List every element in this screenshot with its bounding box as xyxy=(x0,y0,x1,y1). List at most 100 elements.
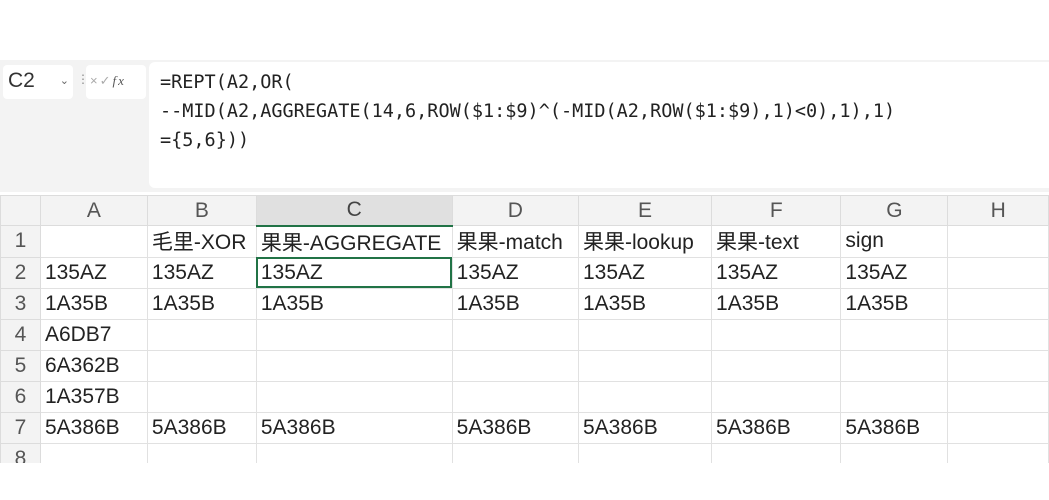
table-row: 8 xyxy=(0,442,1049,463)
cell-A5[interactable]: 6A362B xyxy=(39,349,148,382)
select-all-corner[interactable] xyxy=(0,195,41,226)
formula-bar-area: C2 ⌄ ⋮ ×✓fx =REPT(A2,OR(--MID(A2,AGGREGAT… xyxy=(0,60,1049,192)
cell-C6[interactable] xyxy=(255,380,453,413)
cell-A4[interactable]: A6DB7 xyxy=(39,318,148,351)
cell-B8[interactable] xyxy=(146,442,257,463)
cell-H3[interactable] xyxy=(947,287,1049,320)
cell-H7[interactable] xyxy=(947,411,1049,444)
cell-D1[interactable]: 果果-match xyxy=(451,225,579,258)
row-header-7[interactable]: 7 xyxy=(0,411,41,444)
cell-G2[interactable]: 135AZ xyxy=(840,256,949,289)
cell-C2[interactable]: 135AZ xyxy=(255,256,453,289)
cell-D7[interactable]: 5A386B xyxy=(451,411,579,444)
cell-D6[interactable] xyxy=(451,380,579,413)
cell-F8[interactable] xyxy=(711,442,842,463)
row-header-2[interactable]: 2 xyxy=(0,256,41,289)
formula-input[interactable]: =REPT(A2,OR( --MID(A2,AGGREGATE(14,6,ROW(… xyxy=(149,62,1049,188)
cell-B4[interactable] xyxy=(146,318,257,351)
cell-E7[interactable]: 5A386B xyxy=(577,411,713,444)
cell-C3[interactable]: 1A35B xyxy=(255,287,453,320)
cell-A8[interactable] xyxy=(39,442,148,463)
cell-C1[interactable]: 果果-AGGREGATE xyxy=(255,225,453,258)
cell-D3[interactable]: 1A35B xyxy=(451,287,579,320)
table-row: 3 1A35B 1A35B 1A35B 1A35B 1A35B 1A35B 1A35B xyxy=(0,287,1049,320)
row-header-5[interactable]: 5 xyxy=(0,349,41,382)
column-header-A[interactable]: A xyxy=(39,195,148,226)
insert-function-icon[interactable]: fx xyxy=(113,73,126,88)
cell-B6[interactable] xyxy=(146,380,257,413)
column-header-G[interactable]: G xyxy=(840,195,949,226)
cell-E4[interactable] xyxy=(577,318,713,351)
cancel-icon[interactable]: × xyxy=(90,73,100,88)
cell-G1[interactable]: sign xyxy=(840,225,949,258)
table-row: 5 6A362B xyxy=(0,349,1049,382)
cell-A7[interactable]: 5A386B xyxy=(39,411,148,444)
column-header-C[interactable]: C xyxy=(255,195,453,227)
cell-H6[interactable] xyxy=(947,380,1049,413)
cell-A2[interactable]: 135AZ xyxy=(39,256,148,289)
row-header-3[interactable]: 3 xyxy=(0,287,41,320)
column-header-H[interactable]: H xyxy=(947,195,1049,226)
cell-F2[interactable]: 135AZ xyxy=(711,256,842,289)
table-row: 4 A6DB7 xyxy=(0,318,1049,351)
cell-B2[interactable]: 135AZ xyxy=(146,256,257,289)
cell-E3[interactable]: 1A35B xyxy=(577,287,713,320)
spreadsheet-grid: ABCDEFGH 1 毛里-XOR 果果-AGGREGATE 果果-match 果果-l… xyxy=(0,195,1049,463)
cell-A6[interactable]: 1A357B xyxy=(39,380,148,413)
row-header-1[interactable]: 1 xyxy=(0,225,41,258)
cell-C8[interactable] xyxy=(255,442,453,463)
cell-F5[interactable] xyxy=(711,349,842,382)
column-header-F[interactable]: F xyxy=(711,195,842,226)
cell-C7[interactable]: 5A386B xyxy=(255,411,453,444)
cell-H5[interactable] xyxy=(947,349,1049,382)
table-row: 1 毛里-XOR 果果-AGGREGATE 果果-match 果果-lookup 果果-t… xyxy=(0,225,1049,258)
cell-G8[interactable] xyxy=(840,442,949,463)
cell-D2[interactable]: 135AZ xyxy=(451,256,579,289)
cell-C4[interactable] xyxy=(255,318,453,351)
cell-H2[interactable] xyxy=(947,256,1049,289)
cell-D8[interactable] xyxy=(451,442,579,463)
chevron-down-icon[interactable]: ⌄ xyxy=(60,74,69,87)
column-header-D[interactable]: D xyxy=(451,195,579,226)
cell-H1[interactable] xyxy=(947,225,1049,258)
cell-F6[interactable] xyxy=(711,380,842,413)
column-header-E[interactable]: E xyxy=(577,195,713,226)
name-box-value: C2 xyxy=(8,69,35,92)
column-header-B[interactable]: B xyxy=(146,195,257,226)
cell-A1[interactable] xyxy=(39,225,148,258)
cell-F1[interactable]: 果果-text xyxy=(711,225,842,258)
cell-H4[interactable] xyxy=(947,318,1049,351)
cell-E2[interactable]: 135AZ xyxy=(577,256,713,289)
cell-F3[interactable]: 1A35B xyxy=(711,287,842,320)
cell-B1[interactable]: 毛里-XOR xyxy=(146,225,257,258)
formula-line: ={5,6})) xyxy=(160,130,250,151)
cell-E8[interactable] xyxy=(577,442,713,463)
cell-H8[interactable] xyxy=(947,442,1049,463)
row-header-4[interactable]: 4 xyxy=(0,318,41,351)
cell-G5[interactable] xyxy=(840,349,949,382)
cell-B3[interactable]: 1A35B xyxy=(146,287,257,320)
cell-D4[interactable] xyxy=(451,318,579,351)
cell-F7[interactable]: 5A386B xyxy=(711,411,842,444)
cell-G4[interactable] xyxy=(840,318,949,351)
formula-controls: ×✓fx xyxy=(86,65,146,99)
cell-D5[interactable] xyxy=(451,349,579,382)
cell-F4[interactable] xyxy=(711,318,842,351)
row-header-6[interactable]: 6 xyxy=(0,380,41,413)
cell-E6[interactable] xyxy=(577,380,713,413)
cell-G6[interactable] xyxy=(840,380,949,413)
cell-B5[interactable] xyxy=(146,349,257,382)
cell-B7[interactable]: 5A386B xyxy=(146,411,257,444)
cell-A3[interactable]: 1A35B xyxy=(39,287,148,320)
cell-G3[interactable]: 1A35B xyxy=(840,287,949,320)
cell-E5[interactable] xyxy=(577,349,713,382)
table-row: 7 5A386B 5A386B 5A386B 5A386B 5A386B 5A386B 5A3… xyxy=(0,411,1049,444)
cell-E1[interactable]: 果果-lookup xyxy=(577,225,713,258)
row-header-8[interactable]: 8 xyxy=(0,442,41,463)
cell-G7[interactable]: 5A386B xyxy=(840,411,949,444)
formula-line: --MID(A2,AGGREGATE(14,6,ROW($1:$9)^(-MID… xyxy=(160,101,896,122)
formula-line: =REPT(A2,OR( xyxy=(160,72,294,93)
cell-C5[interactable] xyxy=(255,349,453,382)
name-box[interactable]: C2 ⌄ xyxy=(3,65,73,99)
enter-icon[interactable]: ✓ xyxy=(100,73,113,88)
